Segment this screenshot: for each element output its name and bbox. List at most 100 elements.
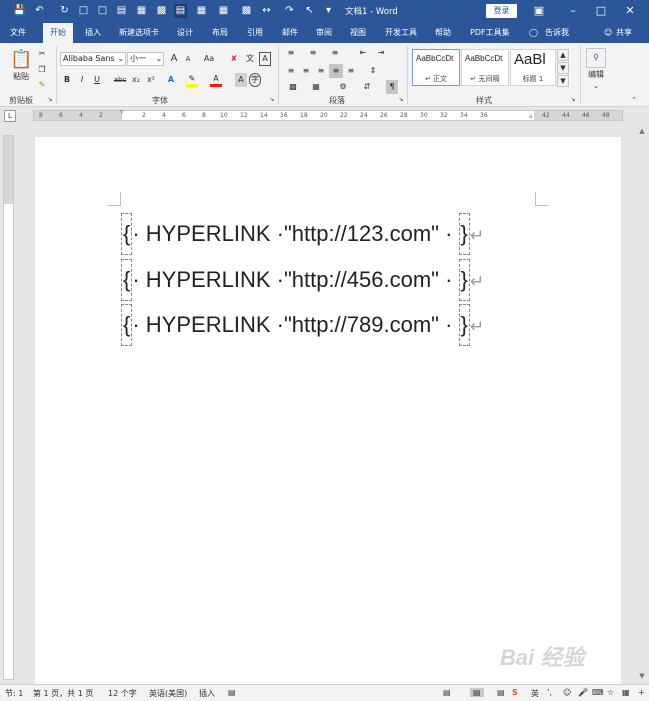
vertical-scrollbar[interactable]: ▲ ▼	[635, 124, 649, 684]
highlight-icon[interactable]: ✎	[186, 73, 198, 87]
paste-button[interactable]: 粘贴	[8, 70, 34, 84]
print-preview-icon[interactable]: □	[77, 4, 90, 18]
bold-button[interactable]: B	[62, 73, 72, 87]
hyperlink-field-line[interactable]: {· HYPERLINK ·"http://123.com" · } ↵	[121, 213, 484, 255]
borders-icon[interactable]: ▦	[309, 80, 323, 94]
tab-tell-me[interactable]: 告诉我	[543, 23, 571, 43]
status-section[interactable]: 节: 1	[5, 688, 23, 699]
italic-button[interactable]: I	[77, 73, 87, 87]
bullets-icon[interactable]: ≡	[284, 46, 298, 60]
align-center-icon[interactable]: ≡	[299, 64, 313, 78]
char-shading-button[interactable]: A	[235, 73, 247, 87]
find-icon[interactable]: ⚲	[586, 48, 606, 68]
tab-mailings[interactable]: 邮件	[280, 23, 300, 43]
vertical-ruler[interactable]	[3, 135, 14, 680]
emoji-icon[interactable]: ☺	[563, 688, 571, 697]
tab-file[interactable]: 文件	[8, 23, 28, 43]
ime-language[interactable]: 英	[531, 688, 539, 699]
first-line-indent-icon[interactable]: ▿	[120, 108, 124, 116]
align-right-icon[interactable]: ≡	[314, 64, 328, 78]
show-marks-icon[interactable]: ¶	[386, 80, 398, 94]
page[interactable]: {· HYPERLINK ·"http://123.com" · } ↵ {· H…	[35, 137, 621, 697]
toolbox-icon[interactable]: ▦	[622, 688, 630, 697]
skin-icon[interactable]: ☆	[607, 688, 614, 697]
sogou-ime-icon[interactable]: S	[512, 688, 518, 697]
char-border-icon[interactable]: A	[259, 52, 271, 66]
status-language[interactable]: 英语(美国)	[149, 688, 187, 699]
insert-icon[interactable]: ▩	[240, 4, 253, 18]
tab-stop-selector-icon[interactable]: L	[4, 110, 16, 122]
restore-icon[interactable]: □	[588, 2, 614, 20]
hyperlink-field-line[interactable]: {· HYPERLINK ·"http://789.com" · } ↵	[121, 304, 484, 346]
strikethrough-button[interactable]: abc	[113, 73, 127, 87]
punctuation-icon[interactable]: ’,	[547, 688, 552, 697]
tab-layout[interactable]: 布局	[210, 23, 230, 43]
clipboard-launcher-icon[interactable]: ↘	[46, 93, 54, 107]
numbering-icon[interactable]: ≡	[306, 46, 320, 60]
tab-view[interactable]: 视图	[348, 23, 368, 43]
styles-launcher-icon[interactable]: ↘	[569, 93, 577, 107]
paste-special-icon[interactable]: ▦	[135, 4, 148, 18]
redo-icon[interactable]: ↻	[58, 4, 71, 18]
style-no-spacing[interactable]: AaBbCcDt ↵ 无间隔	[461, 49, 509, 86]
chevron-down-icon[interactable]: ⌄	[154, 52, 164, 66]
multilevel-list-icon[interactable]: ≡	[328, 46, 342, 60]
phonetic-guide-icon[interactable]: 文	[244, 52, 256, 66]
format-painter-brush-icon[interactable]: ✎	[35, 78, 49, 92]
customize-icon[interactable]: ▾	[322, 4, 335, 18]
tab-help[interactable]: 帮助	[433, 23, 453, 43]
tab-developer[interactable]: 开发工具	[383, 23, 419, 43]
view-icon[interactable]: ▤	[174, 4, 187, 18]
format-painter-icon[interactable]: ▦	[217, 4, 230, 18]
styles-down-icon[interactable]: ▼	[557, 62, 569, 74]
justify-icon[interactable]: ≡	[329, 64, 343, 78]
shrink-font-button[interactable]: A	[182, 52, 194, 66]
tab-design[interactable]: 设计	[175, 23, 195, 43]
style-heading1[interactable]: AaBl 标题 1	[510, 49, 556, 86]
status-mode[interactable]: 插入	[199, 688, 215, 699]
document-area[interactable]: {· HYPERLINK ·"http://123.com" · } ↵ {· H…	[20, 124, 635, 697]
tab-new[interactable]: 新建选项卡	[117, 23, 161, 43]
subscript-button[interactable]: x₂	[130, 73, 142, 87]
scroll-up-icon[interactable]: ▲	[637, 126, 647, 136]
chinese-layout-icon[interactable]: ⚙	[336, 80, 350, 94]
align-left-icon[interactable]: ≡	[284, 64, 298, 78]
open-icon[interactable]: ▤	[115, 4, 128, 18]
tab-share[interactable]: 共享	[614, 23, 634, 43]
grow-font-button[interactable]: A	[168, 52, 180, 66]
microphone-icon[interactable]: 🎤	[578, 688, 588, 697]
status-words[interactable]: 12 个字	[108, 688, 137, 699]
distributed-icon[interactable]: ≡	[344, 64, 358, 78]
zoom-in-icon[interactable]: +	[638, 688, 645, 697]
login-button[interactable]: 登录	[486, 4, 517, 18]
ruler-track[interactable]: 8 6 4 2 2 4 6 8 10 12 14 16 18 20 22 24 …	[33, 108, 623, 121]
tab-insert[interactable]: 插入	[83, 23, 103, 43]
shading-icon[interactable]: ▩	[286, 80, 300, 94]
minimize-icon[interactable]: –	[560, 2, 586, 20]
style-normal[interactable]: AaBbCcDt ↵ 正文	[412, 49, 460, 86]
new-doc-icon[interactable]: □	[96, 4, 109, 18]
undo-icon[interactable]: ↶	[33, 4, 46, 18]
paragraph-launcher-icon[interactable]: ↘	[397, 93, 405, 107]
sort-icon[interactable]: ⇵	[361, 80, 373, 94]
close-icon[interactable]: ✕	[617, 2, 643, 20]
text-effect-button[interactable]: A	[165, 73, 177, 87]
clear-format-icon[interactable]: ✘	[228, 52, 240, 66]
enclose-char-icon[interactable]: 字	[249, 73, 261, 87]
macro-record-icon[interactable]: ▤	[228, 688, 236, 697]
select-icon[interactable]: ↖	[303, 4, 316, 18]
collapse-ribbon-icon[interactable]: ⌃	[628, 93, 640, 107]
chevron-down-icon[interactable]: ⌄	[116, 52, 126, 66]
increase-indent-icon[interactable]: ⇥	[374, 46, 388, 60]
decrease-indent-icon[interactable]: ⇤	[356, 46, 370, 60]
web-layout-icon[interactable]: ▤	[497, 688, 505, 697]
ribbon-display-icon[interactable]: ▣	[526, 2, 552, 20]
lightbulb-icon[interactable]: ◯	[527, 23, 540, 43]
keyboard-icon[interactable]: ⌨	[592, 688, 604, 697]
line-spacing-icon[interactable]: ⇕	[366, 64, 380, 78]
right-indent-icon[interactable]: ▵	[529, 112, 533, 120]
width-icon[interactable]: ↔	[260, 4, 273, 18]
tab-home[interactable]: 开始	[43, 23, 73, 43]
draw-table-icon[interactable]: ▦	[195, 4, 208, 18]
print-layout-icon[interactable]: ▤	[470, 688, 484, 697]
